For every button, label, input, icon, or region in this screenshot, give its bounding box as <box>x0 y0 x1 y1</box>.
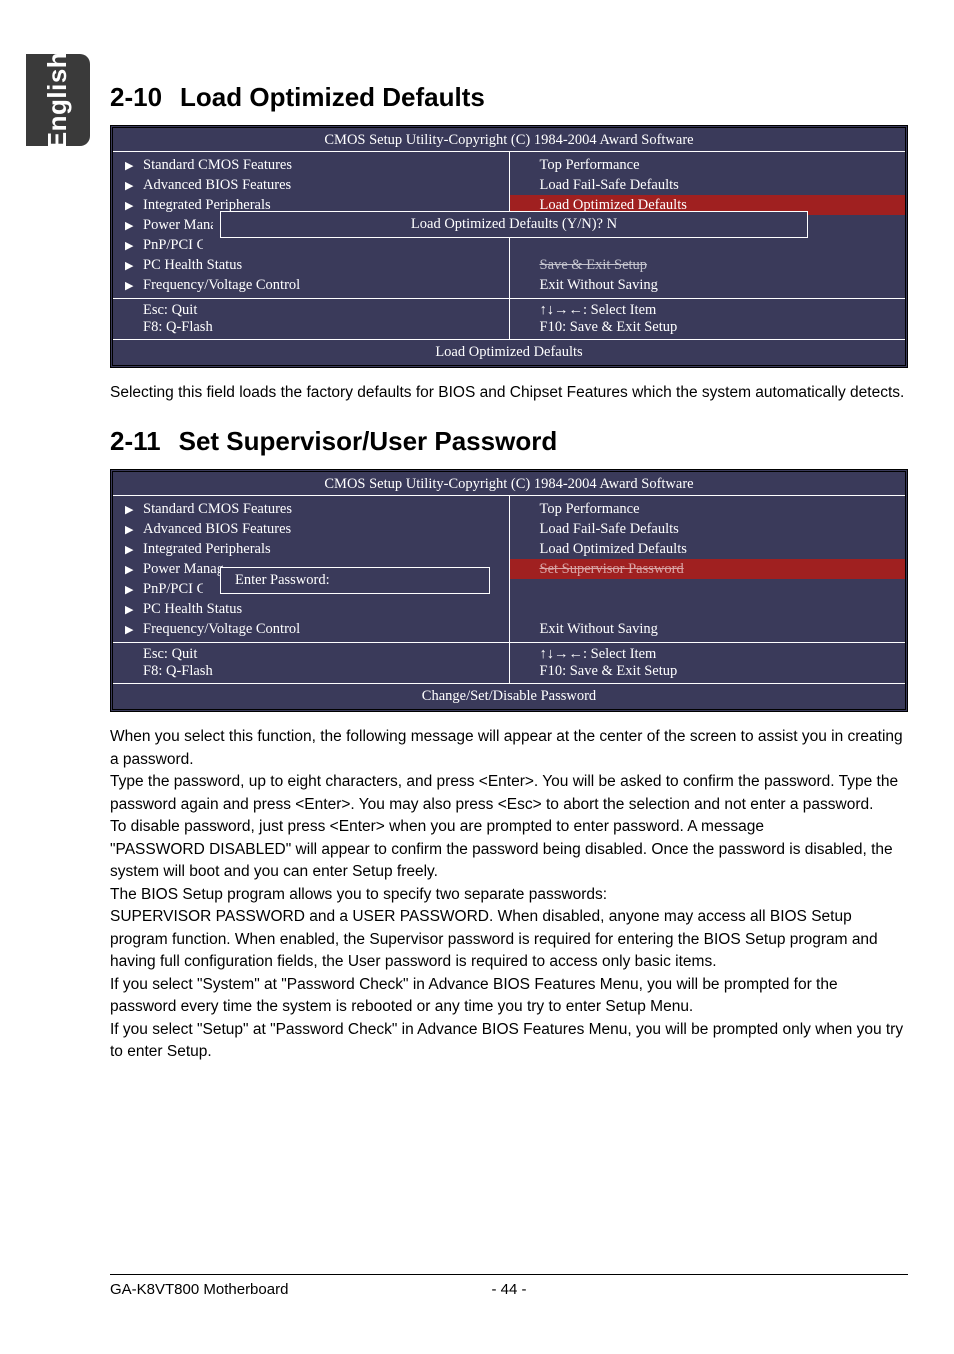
menu-item: Load Fail-Safe Defaults <box>510 175 906 195</box>
section-number: 2-11 <box>110 426 161 457</box>
bios-title: CMOS Setup Utility-Copyright (C) 1984-20… <box>113 128 905 152</box>
section-heading-1: 2-10 Load Optimized Defaults <box>110 82 908 113</box>
body-paragraph: Selecting this field loads the factory d… <box>110 382 908 404</box>
arrow-icon: ▶ <box>125 603 133 616</box>
menu-item: ▶Advanced BIOS Features <box>113 175 509 195</box>
key-hint: ↑↓→←: Select Item <box>540 646 894 663</box>
bios-help-text: Change/Set/Disable Password <box>113 683 905 709</box>
arrow-icon: ▶ <box>125 503 133 516</box>
menu-item: ▶PC Health Status <box>113 255 509 275</box>
menu-item: Set User Password <box>510 235 906 255</box>
arrow-icon: ▶ <box>125 623 133 636</box>
key-hint: Esc: Quit <box>143 302 497 319</box>
menu-item: ▶Frequency/Voltage Control <box>113 619 509 639</box>
section-title: Load Optimized Defaults <box>180 82 485 113</box>
language-label: English <box>43 51 74 148</box>
section-title: Set Supervisor/User Password <box>179 426 558 457</box>
menu-item: ▶PnP/PCI Configurations <box>113 235 509 255</box>
menu-item: Save & Exit Setup <box>510 255 906 275</box>
arrow-icon: ▶ <box>125 239 133 252</box>
bios-dialog: Load Optimized Defaults (Y/N)? N <box>220 211 808 238</box>
section-heading-2: 2-11 Set Supervisor/User Password <box>110 426 908 457</box>
menu-item: Load Optimized Defaults <box>510 539 906 559</box>
bios-help-text: Load Optimized Defaults <box>113 339 905 365</box>
key-hint: ↑↓→←: Select Item <box>540 302 894 319</box>
arrow-icon: ▶ <box>125 219 133 232</box>
menu-item: ▶PC Health Status <box>113 599 509 619</box>
menu-item: Load Fail-Safe Defaults <box>510 519 906 539</box>
bios-title: CMOS Setup Utility-Copyright (C) 1984-20… <box>113 472 905 496</box>
menu-item-highlighted: Set Supervisor Password <box>510 559 906 579</box>
arrow-icon: ▶ <box>125 563 133 576</box>
arrow-icon: ▶ <box>125 199 133 212</box>
arrow-icon: ▶ <box>125 159 133 172</box>
key-hint: F8: Q-Flash <box>143 319 497 336</box>
footer-left: GA-K8VT800 Motherboard <box>110 1281 288 1298</box>
key-hint: F10: Save & Exit Setup <box>540 319 894 336</box>
menu-item: Exit Without Saving <box>510 619 906 639</box>
menu-item: Set User Password <box>510 579 906 599</box>
bios-screenshot-1: CMOS Setup Utility-Copyright (C) 1984-20… <box>110 125 908 368</box>
menu-item: Top Performance <box>510 499 906 519</box>
menu-item: Exit Without Saving <box>510 275 906 295</box>
menu-item: Top Performance <box>510 155 906 175</box>
section-number: 2-10 <box>110 82 162 113</box>
menu-item: ▶Integrated Peripherals <box>113 539 509 559</box>
language-tab: English <box>26 54 90 146</box>
menu-item: ▶Standard CMOS Features <box>113 499 509 519</box>
arrow-icon: ▶ <box>125 523 133 536</box>
bios-dialog: Enter Password: <box>220 567 490 594</box>
arrow-icon: ▶ <box>125 259 133 272</box>
body-paragraph: When you select this function, the follo… <box>110 726 908 1063</box>
arrow-icon: ▶ <box>125 543 133 556</box>
menu-item: ▶Advanced BIOS Features <box>113 519 509 539</box>
key-hint: Esc: Quit <box>143 646 497 663</box>
key-hint: F8: Q-Flash <box>143 663 497 680</box>
key-hint: F10: Save & Exit Setup <box>540 663 894 680</box>
menu-item: Save & Exit Setup <box>510 599 906 619</box>
arrow-icon: ▶ <box>125 583 133 596</box>
arrow-icon: ▶ <box>125 279 133 292</box>
page-footer: GA-K8VT800 Motherboard - 44 - <box>110 1274 908 1298</box>
page-number: - 44 - <box>491 1281 526 1298</box>
menu-item: ▶Frequency/Voltage Control <box>113 275 509 295</box>
menu-item: ▶Standard CMOS Features <box>113 155 509 175</box>
arrow-icon: ▶ <box>125 179 133 192</box>
